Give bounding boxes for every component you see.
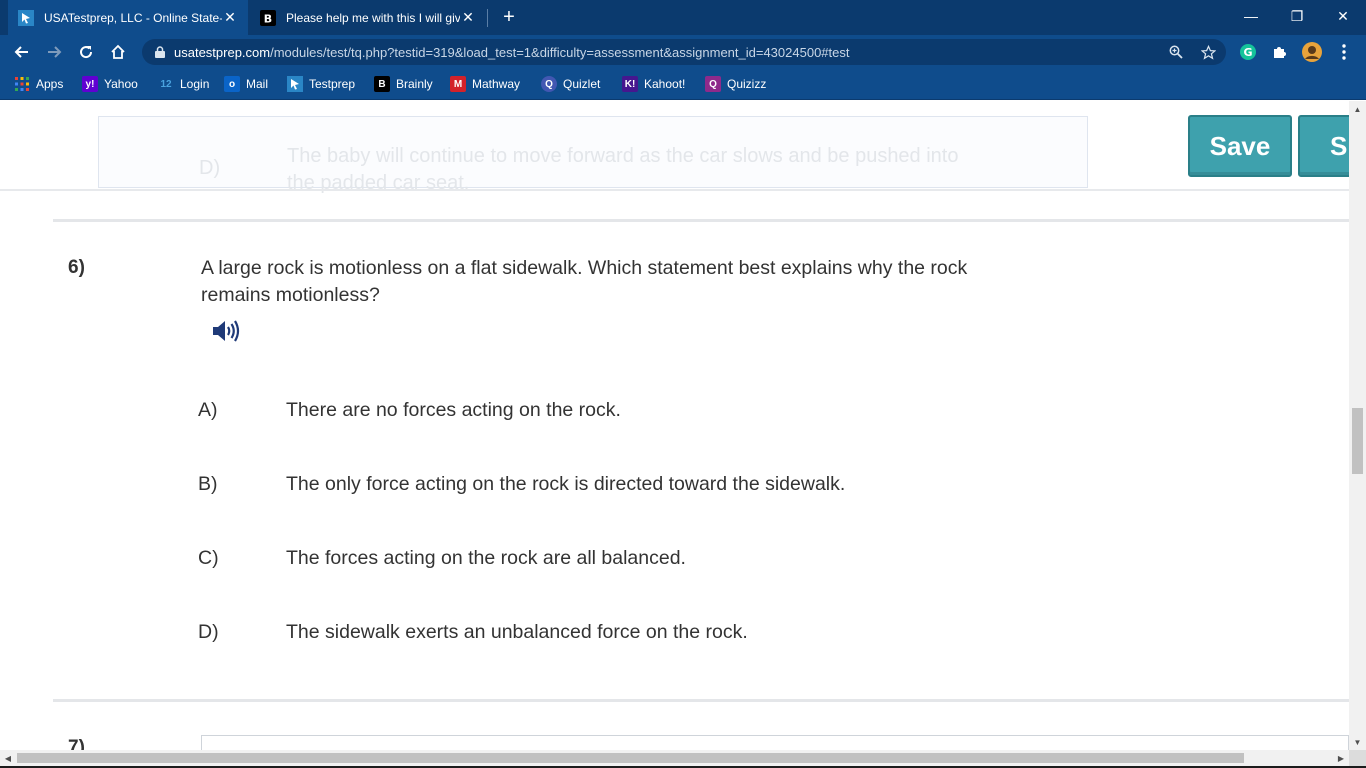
tab-title: USATestprep, LLC - Online State-Specific [44,10,222,25]
submit-button[interactable]: Submit [1298,115,1349,177]
bookmark-mail[interactable]: o Mail [224,75,268,93]
address-bar[interactable]: usatestprep.com/modules/test/tq.php?test… [142,39,1226,65]
quizlet-icon: Q [541,76,557,92]
extensions-puzzle-icon[interactable] [1270,42,1290,62]
login-icon: 12 [160,78,172,90]
close-tab-icon[interactable]: ✕ [460,9,476,26]
answer-choice-d[interactable]: D) The sidewalk exerts an unbalanced for… [0,621,1349,651]
bookmark-star-icon[interactable] [1200,44,1216,60]
vertical-scrollbar[interactable]: ▲ ▼ [1349,101,1366,750]
restore-button[interactable]: ❐ [1274,0,1320,32]
choice-letter: D) [199,157,221,179]
tab-title: Please help me with this I will give [286,10,460,25]
profile-avatar[interactable] [1302,42,1322,62]
svg-text:G: G [1243,46,1252,59]
home-button[interactable] [105,39,131,65]
bookmarks-bar: Apps y! Yahoo 12 Login o Mail Testprep B… [0,69,1366,100]
minimize-button[interactable]: — [1228,0,1274,32]
next-question-box [201,735,1349,750]
arrow-left-icon [14,46,28,58]
next-question-number: 7) [68,737,85,750]
chrome-menu-icon[interactable] [1334,42,1354,62]
choice-text: The only force acting on the rock is dir… [286,473,846,495]
bookmark-apps[interactable]: Apps [14,75,63,93]
lock-icon [154,45,166,59]
tab-brainly[interactable]: B Please help me with this I will give ✕ [250,0,486,35]
reload-icon [80,46,93,59]
bookmark-kahoot[interactable]: K! Kahoot! [622,75,685,93]
grammarly-extension-icon[interactable]: G [1238,42,1258,62]
bookmark-testprep[interactable]: Testprep [287,75,355,93]
question-divider [53,699,1349,702]
scroll-left-arrow-icon[interactable]: ◀ [0,750,16,766]
quizizz-icon: Q [705,76,721,92]
usatestprep-favicon [18,9,34,26]
yahoo-icon: y! [82,76,98,92]
answer-choice-a[interactable]: A) There are no forces acting on the roc… [0,399,1349,429]
scroll-up-arrow-icon[interactable]: ▲ [1349,101,1366,117]
choice-letter: B) [198,473,218,495]
choice-letter: C) [198,547,219,569]
kahoot-icon: K! [622,76,638,92]
question-number: 6) [68,257,85,278]
choice-text: There are no forces acting on the rock. [286,399,621,421]
tab-usatestprep[interactable]: USATestprep, LLC - Online State-Specific… [8,0,248,35]
apps-grid-icon [14,76,30,92]
browser-toolbar: usatestprep.com/modules/test/tq.php?test… [0,35,1366,69]
bookmark-mathway[interactable]: M Mathway [450,75,520,93]
answer-choice-c[interactable]: C) The forces acting on the rock are all… [0,547,1349,577]
choice-text: The sidewalk exerts an unbalanced force … [286,621,748,643]
question-text: A large rock is motionless on a flat sid… [201,257,968,306]
answer-choice-b[interactable]: B) The only force acting on the rock is … [0,473,1349,503]
question-divider [53,219,1349,222]
sticky-header-border [0,189,1349,191]
save-button[interactable]: Save [1188,115,1292,177]
scroll-right-arrow-icon[interactable]: ▶ [1333,750,1349,766]
scroll-down-arrow-icon[interactable]: ▼ [1349,734,1366,750]
bookmark-login[interactable]: 12 Login [158,75,209,93]
horizontal-scroll-thumb[interactable] [17,753,1244,763]
choice-letter: D) [198,621,219,643]
brainly-favicon: B [260,9,276,26]
home-icon [111,44,125,59]
svg-text:B: B [264,12,272,25]
url-text: usatestprep.com/modules/test/tq.php?test… [174,44,850,60]
tab-separator [487,9,488,27]
reload-button[interactable] [73,39,99,65]
bookmark-quizlet[interactable]: Q Quizlet [541,75,600,93]
new-tab-button[interactable]: + [498,6,520,28]
arrow-right-icon [48,46,62,58]
test-page: D) The baby will continue to move forwar… [0,101,1349,750]
zoom-icon[interactable] [1168,44,1184,60]
back-button[interactable] [9,39,35,65]
speaker-icon[interactable] [211,317,241,345]
horizontal-scrollbar[interactable]: ◀ ▶ [0,750,1349,766]
tab-strip: USATestprep, LLC - Online State-Specific… [0,0,1366,35]
forward-button[interactable] [41,39,67,65]
vertical-scroll-thumb[interactable] [1352,408,1363,474]
mathway-icon: M [450,76,466,92]
close-tab-icon[interactable]: ✕ [222,9,238,26]
previous-question-choice[interactable]: D) The baby will continue to move forwar… [98,116,1088,194]
bookmark-brainly[interactable]: B Brainly [374,75,433,93]
scrollbar-corner [1349,750,1366,766]
outlook-mail-icon: o [224,76,240,92]
close-window-button[interactable]: ✕ [1320,0,1366,32]
choice-text: The forces acting on the rock are all ba… [286,547,686,569]
bookmark-yahoo[interactable]: y! Yahoo [82,75,138,93]
brainly-icon: B [374,76,390,92]
choice-letter: A) [198,399,218,421]
bookmark-quizizz[interactable]: Q Quizizz [705,75,766,93]
testprep-icon [287,76,303,92]
